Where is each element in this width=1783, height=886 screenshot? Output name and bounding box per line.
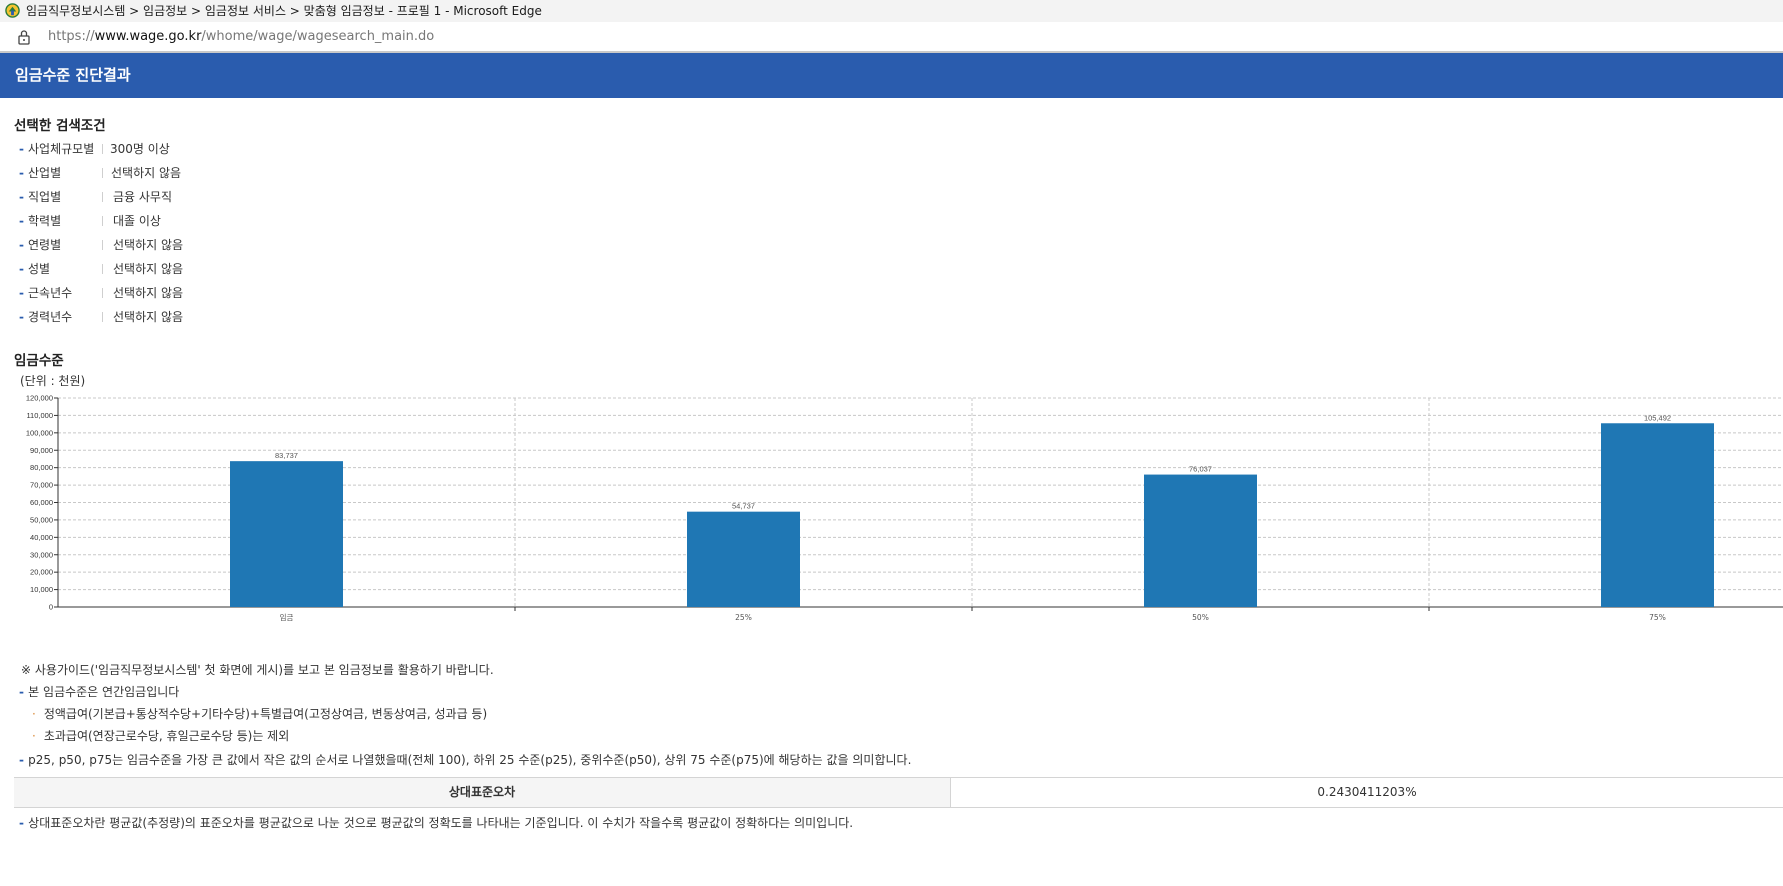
condition-label: 사업체규모별 xyxy=(28,142,95,156)
divider xyxy=(102,312,103,322)
bar xyxy=(1144,474,1257,607)
bullet-dash: - xyxy=(19,262,24,276)
includes-note: · 정액급여(기본급+통상적수당+기타수당)+특별급여(고정상여금, 변동상여금,… xyxy=(32,705,487,722)
divider xyxy=(102,144,103,154)
bullet-dash: - xyxy=(19,816,29,830)
url-text[interactable]: https://www.wage.go.kr/whome/wage/wagese… xyxy=(48,22,434,51)
y-tick-label: 100,000 xyxy=(26,428,53,437)
bullet-dot: · xyxy=(32,707,36,721)
divider xyxy=(102,264,103,274)
rse-table: 상대표준오차 0.2430411203% xyxy=(14,777,1783,808)
window-title: 임금직무정보시스템 > 임금정보 > 임금정보 서비스 > 맞춤형 임금정보 -… xyxy=(26,4,542,18)
x-tick-label: 75% xyxy=(1649,613,1666,622)
condition-value: 선택하지 않음 xyxy=(113,238,184,252)
includes-note-text: 정액급여(기본급+통상적수당+기타수당)+특별급여(고정상여금, 변동상여금, … xyxy=(43,707,488,721)
divider xyxy=(102,240,103,250)
window-titlebar: 임금직무정보시스템 > 임금정보 > 임금정보 서비스 > 맞춤형 임금정보 -… xyxy=(0,0,1783,22)
bullet-dash: - xyxy=(19,753,29,767)
bullet-dash: - xyxy=(19,190,24,204)
condition-value: 금융 사무직 xyxy=(113,190,173,204)
y-tick-label: 60,000 xyxy=(30,498,53,507)
y-tick-label: 110,000 xyxy=(26,411,53,420)
data-label: 105,492 xyxy=(1644,413,1671,422)
divider xyxy=(102,192,103,202)
condition-value: 대졸 이상 xyxy=(113,214,161,228)
bullet-dash: - xyxy=(19,286,24,300)
data-label: 76,037 xyxy=(1189,465,1212,474)
percentile-note-text: p25, p50, p75는 임금수준을 가장 큰 값에서 작은 값의 순서로 … xyxy=(28,753,912,767)
data-label: 54,737 xyxy=(732,502,755,511)
bullet-dot: · xyxy=(32,729,36,743)
percentile-note: - p25, p50, p75는 임금수준을 가장 큰 값에서 작은 값의 순서… xyxy=(19,751,911,768)
guide-note: ※ 사용가이드('임금직무정보시스템' 첫 화면에 게시)를 보고 본 임금정보… xyxy=(21,663,494,677)
x-tick-label: 임금 xyxy=(280,613,294,622)
rse-explain-note: - 상대표준오차란 평균값(추정량)의 표준오차를 평균값으로 나눈 것으로 평… xyxy=(19,814,853,831)
bullet-dash: - xyxy=(19,142,24,156)
y-tick-label: 10,000 xyxy=(30,585,53,594)
url-path: /whome/wage/wagesearch_main.do xyxy=(201,29,435,44)
wage-level-heading: 임금수준 xyxy=(14,353,64,369)
conditions-heading: 선택한 검색조건 xyxy=(14,118,106,134)
bar xyxy=(230,461,343,607)
excludes-note-text: 초과급여(연장근로수당, 휴일근로수당 등)는 제외 xyxy=(43,729,290,743)
page-title: 임금수준 진단결과 xyxy=(15,66,131,84)
unit-label: (단위 : 천원) xyxy=(20,374,86,388)
y-tick-label: 70,000 xyxy=(30,481,53,490)
data-label: 83,737 xyxy=(275,451,298,460)
divider xyxy=(102,216,103,226)
rse-explain-note-text: 상대표준오차란 평균값(추정량)의 표준오차를 평균값으로 나눈 것으로 평균값… xyxy=(28,816,854,830)
site-favicon-icon xyxy=(5,3,20,18)
y-tick-label: 120,000 xyxy=(26,394,53,403)
rse-value-cell: 0.2430411203% xyxy=(1317,785,1417,799)
condition-value: 선택하지 않음 xyxy=(113,262,184,276)
page-header: 임금수준 진단결과 xyxy=(0,53,1783,98)
condition-value: 300명 이상 xyxy=(110,142,170,156)
bullet-dash: - xyxy=(19,214,24,228)
y-tick-label: 0 xyxy=(49,603,53,612)
bullet-dash: - xyxy=(19,166,24,180)
condition-label: 학력별 xyxy=(28,214,62,228)
address-bar[interactable]: https://www.wage.go.kr/whome/wage/wagese… xyxy=(0,22,1783,53)
x-tick-label: 25% xyxy=(735,613,752,622)
bullet-dash: - xyxy=(19,238,24,252)
wage-bar-chart: 0 10,000 20,000 30,000 40,000 50,000 60,000 70,… xyxy=(26,394,1783,622)
y-tick-label: 40,000 xyxy=(30,533,53,542)
condition-value: 선택하지 않음 xyxy=(113,286,184,300)
annual-note-text: 본 임금수준은 연간임금입니다 xyxy=(28,685,180,699)
x-tick-label: 50% xyxy=(1192,613,1209,622)
excludes-note: · 초과급여(연장근로수당, 휴일근로수당 등)는 제외 xyxy=(32,727,289,744)
condition-label: 경력년수 xyxy=(28,310,73,324)
divider xyxy=(102,168,103,178)
condition-label: 성별 xyxy=(28,262,51,276)
condition-label: 근속년수 xyxy=(28,286,73,300)
y-tick-label: 30,000 xyxy=(30,550,53,559)
annual-note: - 본 임금수준은 연간임금입니다 xyxy=(19,683,179,700)
condition-label: 연령별 xyxy=(28,238,62,252)
condition-value: 선택하지 않음 xyxy=(111,166,182,180)
url-scheme: https:// xyxy=(48,29,95,44)
bullet-dash: - xyxy=(19,310,24,324)
rse-header-cell: 상대표준오차 xyxy=(14,778,951,807)
condition-label: 직업별 xyxy=(28,190,62,204)
bar xyxy=(687,511,800,607)
condition-value: 선택하지 않음 xyxy=(113,310,184,324)
y-tick-label: 90,000 xyxy=(30,446,53,455)
y-tick-label: 80,000 xyxy=(30,463,53,472)
url-domain: www.wage.go.kr xyxy=(94,29,202,44)
divider xyxy=(102,288,103,298)
bar xyxy=(1601,423,1714,607)
lock-icon[interactable] xyxy=(17,29,31,45)
bullet-dash: - xyxy=(19,685,29,699)
condition-label: 산업별 xyxy=(28,166,62,180)
y-tick-label: 50,000 xyxy=(30,515,53,524)
y-tick-label: 20,000 xyxy=(30,568,53,577)
